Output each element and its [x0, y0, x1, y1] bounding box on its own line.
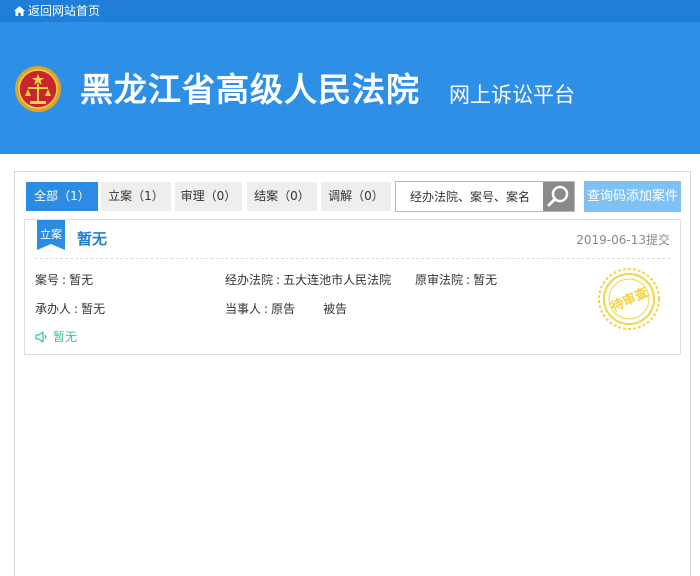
original-court-field: 原审法院: 暂无: [415, 273, 498, 287]
platform-title: 网上诉讼平台: [449, 83, 575, 107]
search-box: [395, 181, 575, 212]
search-icon: [547, 185, 569, 207]
search-button[interactable]: [543, 182, 574, 211]
original-court-label: 原审法院: [415, 273, 464, 287]
case-number-field: 案号: 暂无: [35, 273, 94, 287]
divider: [35, 258, 670, 259]
case-card[interactable]: 立案 暂无 2019-06-13提交 案号: 暂无 经办法院: 五大连池市人民法院 …: [24, 219, 681, 355]
pending-review-stamp: 待审查: [598, 268, 660, 330]
judge-field: 承办人: 暂无: [35, 302, 106, 316]
parties-field: 当事人: 原告 被告: [225, 302, 348, 316]
defendant-value: 被告: [323, 302, 348, 316]
original-court-value: 暂无: [473, 273, 498, 287]
case-number-label: 案号: [35, 273, 60, 287]
tab-filed[interactable]: 立案（1）: [101, 182, 171, 211]
case-title[interactable]: 暂无: [77, 228, 107, 249]
add-case-button[interactable]: 查询码添加案件: [584, 181, 681, 212]
court-field: 经办法院: 五大连池市人民法院: [225, 273, 392, 287]
judge-label: 承办人: [35, 302, 72, 316]
home-icon: [14, 6, 25, 16]
back-home-link[interactable]: 返回网站首页: [28, 4, 100, 18]
case-number-value: 暂无: [69, 273, 94, 287]
plaintiff-value: 原告: [271, 302, 296, 316]
court-emblem-icon: [15, 66, 61, 112]
court-name: 黑龙江省高级人民法院: [80, 70, 420, 109]
judge-value: 暂无: [81, 302, 106, 316]
tab-all[interactable]: 全部（1）: [26, 182, 98, 211]
search-input[interactable]: [396, 182, 544, 211]
topbar: 返回网站首页: [0, 0, 700, 22]
header: 黑龙江省高级人民法院 网上诉讼平台: [0, 22, 700, 154]
case-notice: 暂无: [35, 328, 77, 345]
status-tag: 立案: [40, 228, 62, 241]
tab-mediation[interactable]: 调解（0）: [321, 182, 391, 211]
case-panel: 全部（1） 立案（1） 审理（0） 结案（0） 调解（0） 查询码添加案件 立案…: [14, 171, 691, 576]
parties-label: 当事人: [225, 302, 262, 316]
speaker-icon: [35, 331, 47, 343]
court-value: 五大连池市人民法院: [283, 273, 392, 287]
court-label: 经办法院: [225, 273, 274, 287]
notice-text: 暂无: [53, 330, 78, 344]
tab-trial[interactable]: 审理（0）: [175, 182, 242, 211]
case-submitted-date: 2019-06-13提交: [576, 233, 670, 247]
tab-closed[interactable]: 结案（0）: [247, 182, 317, 211]
